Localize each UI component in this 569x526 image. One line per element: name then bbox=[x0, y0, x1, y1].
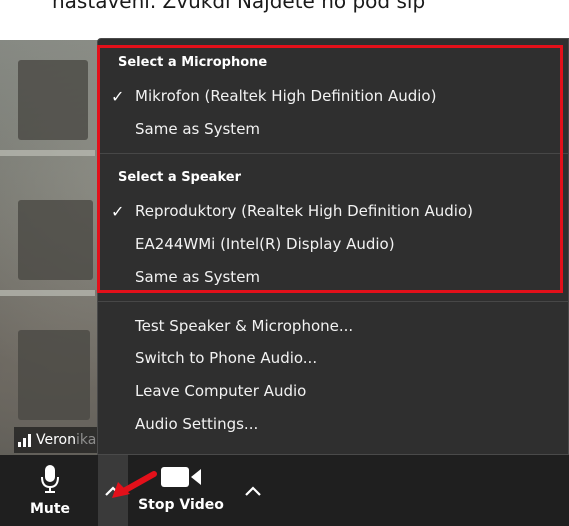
microphone-icon bbox=[41, 465, 59, 493]
menu-divider bbox=[98, 153, 569, 154]
video-camera-icon bbox=[161, 467, 201, 487]
mute-button[interactable]: Mute bbox=[20, 465, 80, 517]
menu-item-speaker-ea244wmi[interactable]: EA244WMi (Intel(R) Display Audio) bbox=[135, 235, 395, 253]
background-object bbox=[18, 60, 88, 140]
menu-divider bbox=[98, 301, 569, 302]
menu-item-switch-to-phone-audio[interactable]: Switch to Phone Audio... bbox=[135, 349, 317, 367]
page-caption: nastavení. Zvukdl Najdete ho pod sip bbox=[0, 0, 569, 40]
menu-item-speaker-same-as-system[interactable]: Same as System bbox=[135, 268, 260, 286]
microphone-section-title: Select a Microphone bbox=[118, 55, 268, 70]
speaker-section-title: Select a Speaker bbox=[118, 170, 241, 185]
caption-text: nastavení. Zvukdl Najdete ho pod sip bbox=[52, 0, 426, 13]
signal-strength-icon bbox=[18, 433, 31, 447]
audio-options-caret-button[interactable] bbox=[98, 455, 128, 526]
mute-label: Mute bbox=[29, 501, 71, 517]
menu-item-speaker-realtek[interactable]: Reproduktory (Realtek High Definition Au… bbox=[135, 202, 473, 220]
background-shelf bbox=[0, 290, 95, 296]
menu-item-test-speaker-microphone[interactable]: Test Speaker & Microphone... bbox=[135, 317, 353, 335]
meeting-toolbar: Mute Stop Video bbox=[0, 455, 569, 526]
background-shelf bbox=[0, 150, 95, 156]
menu-item-leave-computer-audio[interactable]: Leave Computer Audio bbox=[135, 382, 306, 400]
check-icon: ✓ bbox=[111, 87, 125, 106]
chevron-up-icon bbox=[245, 485, 261, 496]
check-icon: ✓ bbox=[111, 202, 125, 221]
audio-options-menu: Select a Microphone ✓ Mikrofon (Realtek … bbox=[97, 38, 569, 455]
chevron-up-icon bbox=[105, 485, 121, 496]
background-object bbox=[18, 200, 93, 280]
menu-item-audio-settings[interactable]: Audio Settings... bbox=[135, 415, 258, 433]
stop-video-label: Stop Video bbox=[138, 497, 224, 513]
background-object bbox=[18, 330, 90, 420]
menu-item-microphone-same-as-system[interactable]: Same as System bbox=[135, 120, 260, 138]
video-options-caret-button[interactable] bbox=[238, 455, 268, 526]
menu-item-microphone-realtek[interactable]: Mikrofon (Realtek High Definition Audio) bbox=[135, 87, 436, 105]
stop-video-button[interactable]: Stop Video bbox=[126, 465, 236, 513]
